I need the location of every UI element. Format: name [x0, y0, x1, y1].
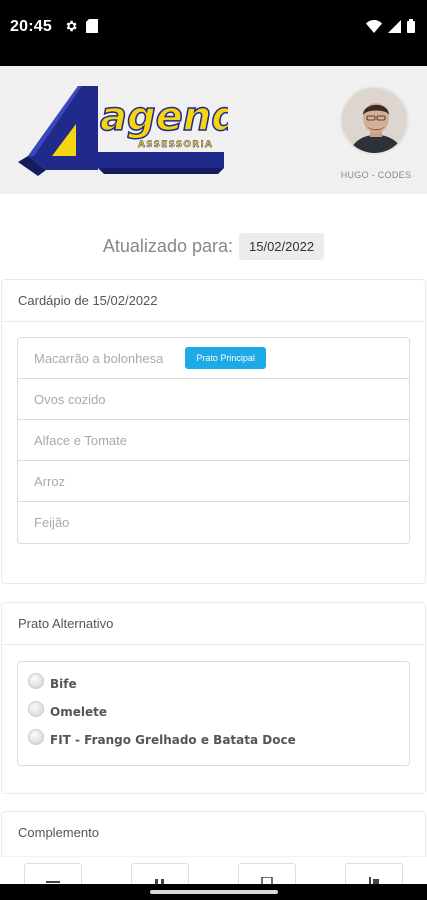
list-item-label: Arroz	[34, 473, 66, 489]
list-item-label: Feijão	[34, 515, 70, 530]
gear-icon	[66, 20, 77, 32]
list-item-label: Ovos cozido	[34, 391, 106, 407]
radio-label: FIT - Frango Grelhado e Batata Doce	[50, 733, 296, 747]
menu-title: Cardápio de 15/02/2022	[2, 280, 425, 322]
list-item: Arroz	[18, 461, 409, 502]
battery-icon	[407, 19, 415, 33]
home-indicator[interactable]	[150, 890, 278, 894]
bottom-tab-bar	[0, 856, 427, 887]
radio-label: Omelete	[50, 705, 107, 719]
list-item: Alface e Tomate	[18, 420, 409, 461]
radio-label: Bife	[50, 677, 77, 691]
list-item-label: Macarrão a bolonhesa	[34, 350, 164, 366]
wifi-icon	[366, 19, 382, 33]
updated-date[interactable]: 15/02/2022	[239, 233, 325, 260]
list-item: Macarrão a bolonhesa Prato Principal	[18, 338, 409, 379]
updated-row: Atualizado para: 15/02/2022	[0, 233, 427, 260]
avatar-name: HUGO - CODES	[340, 170, 412, 180]
alternative-options: Bife Omelete FIT - Frango Grelhado e Bat…	[17, 661, 410, 766]
list-item: Ovos cozido	[18, 379, 409, 420]
app-header: agenda ASSESSORIA HUGO - CODES	[0, 66, 427, 194]
sd-card-icon	[85, 19, 98, 33]
signal-icon	[388, 19, 401, 33]
logo-text: agenda	[100, 94, 228, 140]
updated-label: Atualizado para:	[102, 236, 233, 256]
main-dish-badge: Prato Principal	[185, 347, 266, 369]
user-photo	[342, 88, 407, 153]
status-time: 20:45	[10, 18, 52, 35]
radio-button[interactable]	[28, 728, 44, 745]
status-bar: 20:45	[0, 0, 427, 66]
logo-subtext: ASSESSORIA	[138, 140, 213, 150]
radio-option-fit[interactable]: FIT - Frango Grelhado e Batata Doce	[18, 726, 409, 754]
agenda-logo: agenda ASSESSORIA	[18, 86, 228, 176]
radio-option-omelete[interactable]: Omelete	[18, 698, 409, 726]
alternative-title: Prato Alternativo	[2, 603, 425, 645]
system-nav-bar	[0, 884, 427, 900]
complement-title: Complemento	[18, 825, 99, 840]
radio-button[interactable]	[28, 700, 44, 717]
list-item-label: Alface e Tomate	[34, 432, 127, 448]
radio-button[interactable]	[28, 672, 44, 689]
radio-option-bife[interactable]: Bife	[18, 670, 409, 698]
menu-list: Macarrão a bolonhesa Prato Principal Ovo…	[17, 337, 410, 544]
avatar[interactable]	[340, 86, 409, 155]
list-item: Feijão	[18, 502, 409, 543]
